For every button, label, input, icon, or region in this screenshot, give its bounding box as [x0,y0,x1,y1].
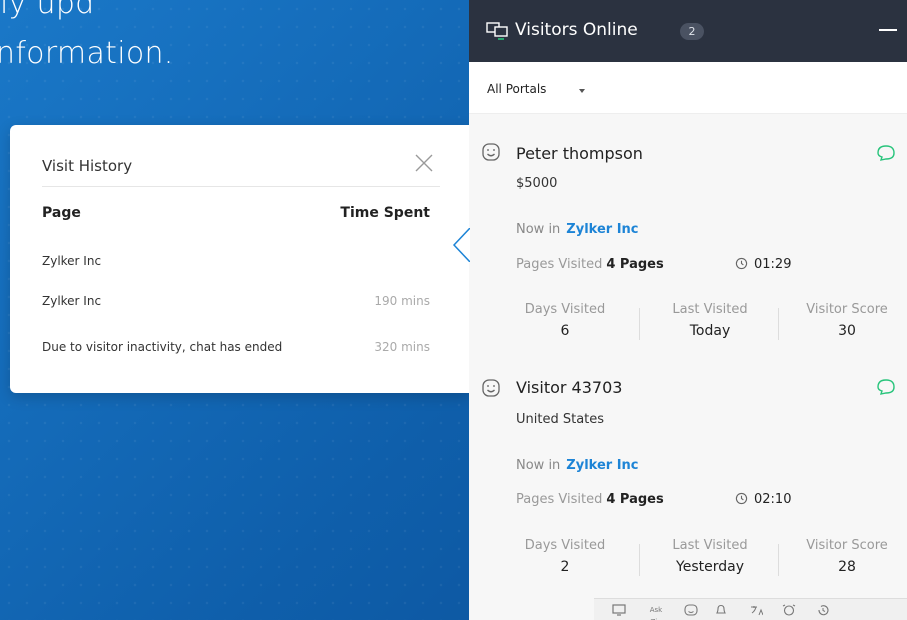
chat-icon[interactable] [875,144,897,162]
pages-visited-line: Pages Visited 4 Pages [516,257,664,272]
divider [639,308,640,340]
row-page: Zylker Inc [42,294,102,308]
stat-value: 6 [560,323,570,339]
now-in-line: Now in Zylker Inc [516,222,639,237]
alarm-icon[interactable] [782,604,796,616]
stat-days-visited: Days Visited 6 [505,302,625,339]
bottom-toolbar: Ask Zia [594,598,907,620]
monitor-icon[interactable] [612,604,626,616]
visitor-stats: Days Visited 6 Last Visited Today Visito… [505,302,907,352]
pages-visited-label: Pages Visited [516,492,603,507]
now-in-line: Now in Zylker Inc [516,458,639,473]
portal-filter-label[interactable]: All Portals [487,82,546,96]
now-in-label: Now in [516,222,561,237]
visitors-online-title: Visitors Online [515,20,638,40]
bell-icon[interactable] [714,604,728,616]
visitor-name[interactable]: Peter thompson [516,144,643,163]
visitor-card[interactable]: Visitor 43703 United States Now in Zylker… [469,350,907,586]
stat-value: Yesterday [676,559,744,575]
visit-history-header: Visit History [42,147,440,187]
divider [639,544,640,576]
session-timer: 02:10 [735,492,791,507]
stat-label: Visitor Score [806,302,888,317]
visit-history-title: Visit History [42,157,133,175]
minimize-icon[interactable] [879,29,897,31]
pages-visited-value: 4 Pages [606,492,664,507]
stat-last-visited: Last Visited Today [645,302,775,339]
column-header-page: Page [42,205,81,221]
stat-visitor-score: Visitor Score 30 [781,302,907,339]
visitors-online-header: Visitors Online 2 [469,0,907,62]
row-page: Zylker Inc [42,254,102,268]
close-icon[interactable] [412,151,436,175]
now-in-link[interactable]: Zylker Inc [566,222,638,237]
chat-icon[interactable] [875,378,897,396]
history-icon[interactable] [816,604,830,616]
pages-visited-line: Pages Visited 4 Pages [516,492,664,507]
session-time: 02:10 [754,492,792,507]
divider [778,544,779,576]
visitor-list: Peter thompson $5000 Now in Zylker Inc Pa… [469,114,907,620]
ask-zia-button[interactable]: Ask Zia [644,604,668,620]
row-time: 320 mins [374,340,430,354]
table-row: Due to visitor inactivity, chat has ende… [42,336,440,358]
hero-text-line-2: nformation. [0,36,174,71]
pages-visited-label: Pages Visited [516,257,603,272]
now-in-link[interactable]: Zylker Inc [566,458,638,473]
table-row: Zylker Inc 190 mins [42,290,440,312]
visit-history-table-header: Page Time Spent [42,205,440,221]
stat-label: Last Visited [672,302,748,317]
now-in-label: Now in [516,458,561,473]
visitor-face-icon [482,379,500,397]
stat-value: 2 [560,559,570,575]
clock-icon [735,492,748,505]
row-page: Due to visitor inactivity, chat has ende… [42,340,283,354]
translate-icon[interactable] [749,604,763,616]
visitor-face-icon [482,143,500,161]
stat-days-visited: Days Visited 2 [505,538,625,575]
stat-value: 28 [838,559,856,575]
divider [778,308,779,340]
stat-last-visited: Last Visited Yesterday [645,538,775,575]
visitor-name[interactable]: Visitor 43703 [516,378,622,397]
column-header-time-spent: Time Spent [340,205,430,221]
visitor-value: $5000 [516,176,558,191]
row-time: 190 mins [374,294,430,308]
hero-text-line-1: ly upd [0,0,95,21]
stat-label: Days Visited [524,538,606,553]
visitor-stats: Days Visited 2 Last Visited Yesterday Vi… [505,538,907,588]
pointer-caret [452,228,470,262]
visitor-count-badge: 2 [680,23,704,40]
stat-label: Days Visited [524,302,606,317]
visitor-card[interactable]: Peter thompson $5000 Now in Zylker Inc Pa… [469,114,907,350]
stat-label: Visitor Score [806,538,888,553]
stat-value: 30 [838,323,856,339]
session-timer: 01:29 [735,257,791,272]
table-row: Zylker Inc [42,250,440,272]
visit-history-panel: Visit History Page Time Spent Zylker Inc… [10,125,470,393]
pages-visited-value: 4 Pages [606,257,664,272]
stat-visitor-score: Visitor Score 28 [781,538,907,575]
portal-filter[interactable]: All Portals [469,62,907,114]
smiley-icon[interactable] [684,604,698,616]
session-time: 01:29 [754,257,792,272]
clock-icon [735,257,748,270]
stat-label: Last Visited [672,538,748,553]
visitor-location: United States [516,412,605,427]
monitor-icon [486,22,508,40]
chevron-down-icon[interactable] [579,89,585,93]
visitors-online-panel: Visitors Online 2 All Portals Peter thom… [469,0,907,620]
stat-value: Today [689,323,731,339]
